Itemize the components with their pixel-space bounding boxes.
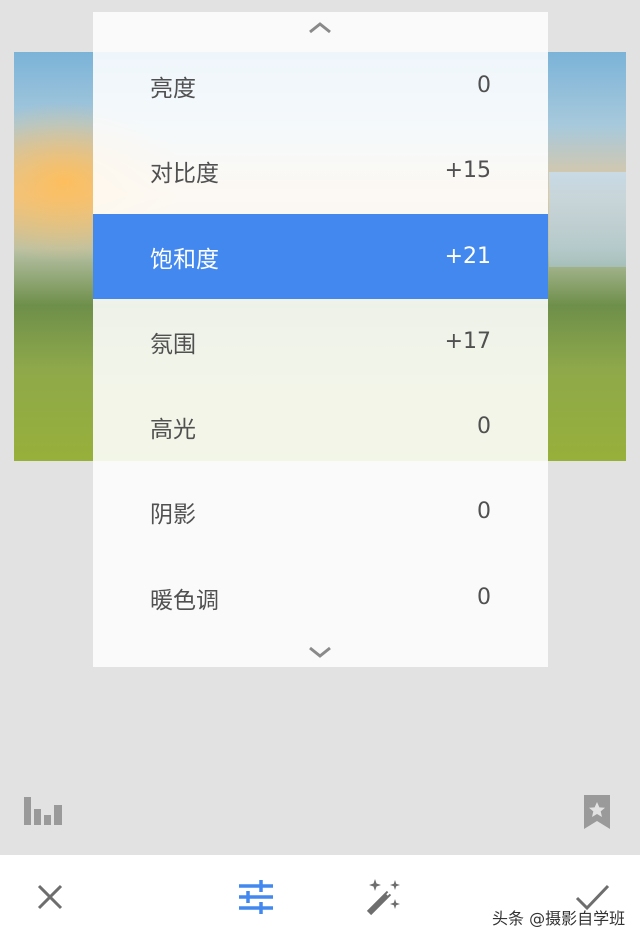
- adjustment-row-warmth[interactable]: 暖色调 0: [93, 555, 548, 640]
- adjustment-label: 对比度: [150, 160, 219, 187]
- watermark: 头条 @摄影自学班: [492, 909, 626, 928]
- histogram-icon[interactable]: [24, 797, 62, 825]
- chevron-up-icon[interactable]: [305, 18, 335, 38]
- magic-wand-icon[interactable]: [363, 877, 403, 917]
- tune-sliders-icon[interactable]: [236, 877, 276, 917]
- adjustment-label: 高光: [150, 416, 196, 443]
- adjustment-row-highlights[interactable]: 高光 0: [93, 384, 548, 469]
- adjustment-label: 氛围: [150, 331, 196, 358]
- adjustment-value: 0: [477, 585, 491, 610]
- adjustment-label: 饱和度: [150, 246, 219, 273]
- adjustment-row-shadows[interactable]: 阴影 0: [93, 469, 548, 554]
- adjustment-row-saturation[interactable]: 饱和度 +21: [93, 214, 548, 299]
- adjustment-value: 0: [477, 73, 491, 98]
- adjustment-label: 暖色调: [150, 587, 219, 614]
- adjustment-row-contrast[interactable]: 对比度 +15: [93, 128, 548, 213]
- adjustment-menu[interactable]: 亮度 0 对比度 +15 饱和度 +21 氛围 +17 高光 0 阴影 0 暖色…: [93, 12, 548, 667]
- bookmark-star-icon[interactable]: [584, 795, 610, 829]
- adjustment-row-brightness[interactable]: 亮度 0: [93, 43, 548, 128]
- adjustment-row-ambience[interactable]: 氛围 +17: [93, 299, 548, 384]
- adjustment-label: 阴影: [150, 501, 196, 528]
- adjustment-value: 0: [477, 414, 491, 439]
- adjustment-value: 0: [477, 499, 491, 524]
- close-icon[interactable]: [30, 877, 70, 917]
- chevron-down-icon[interactable]: [305, 642, 335, 662]
- adjustment-value: +21: [444, 244, 491, 269]
- adjustment-value: +15: [444, 158, 491, 183]
- adjustment-value: +17: [444, 329, 491, 354]
- adjustment-label: 亮度: [150, 75, 196, 102]
